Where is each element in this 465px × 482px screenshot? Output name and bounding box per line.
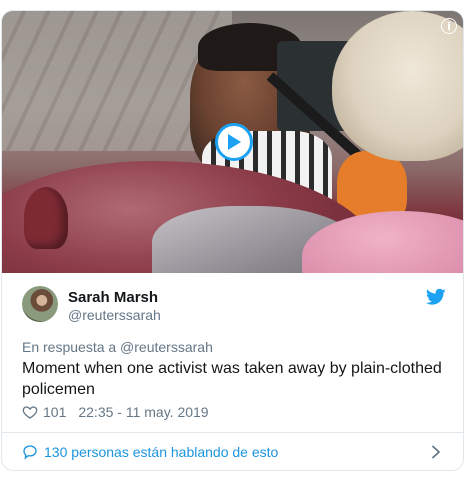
tweet-text: Moment when one activist was taken away … xyxy=(22,360,442,398)
conversation-link[interactable]: 130 personas están hablando de esto xyxy=(2,433,463,470)
avatar[interactable] xyxy=(22,286,58,322)
video-thumbnail[interactable]: i xyxy=(2,11,463,273)
timestamp[interactable]: 22:35 - 11 may. 2019 xyxy=(78,404,208,420)
tweet-card: i Sarah Marsh @reuterssarah En respuesta… xyxy=(1,10,464,471)
chevron-right-icon xyxy=(432,445,440,459)
info-icon[interactable]: i xyxy=(441,18,457,34)
play-button[interactable] xyxy=(215,123,253,161)
like-count[interactable]: 101 xyxy=(43,404,66,420)
conversation-label: 130 personas están hablando de esto xyxy=(44,444,279,460)
speech-bubble-icon xyxy=(23,445,37,460)
thumbnail-hat xyxy=(332,11,463,161)
heart-icon[interactable] xyxy=(22,404,38,420)
twitter-bird-icon[interactable] xyxy=(426,288,446,306)
play-icon xyxy=(228,134,241,150)
author-name[interactable]: Sarah Marsh xyxy=(68,289,158,306)
thumbnail-antenna xyxy=(24,187,68,249)
author-handle[interactable]: @reuterssarah xyxy=(68,307,161,323)
reply-to-label[interactable]: En respuesta a @reuterssarah xyxy=(22,339,213,355)
tweet-meta: 101 22:35 - 11 may. 2019 xyxy=(22,404,209,420)
